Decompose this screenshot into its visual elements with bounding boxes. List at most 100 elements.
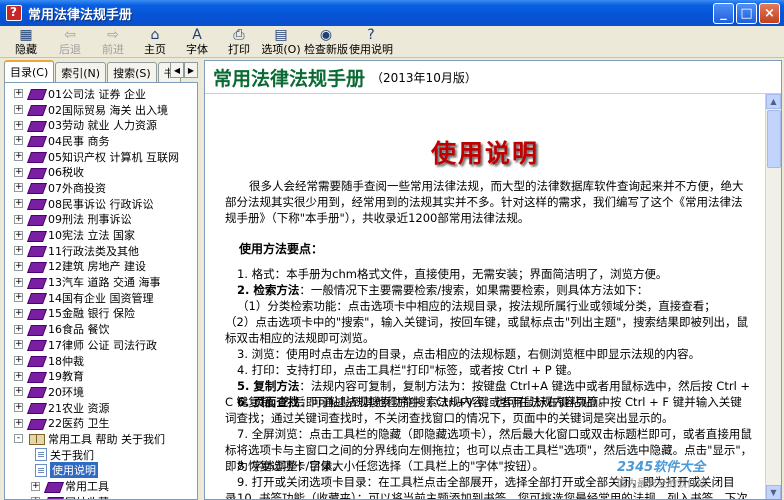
toolbar-button-hide[interactable]: ▦ 隐藏 [8,26,44,57]
tree-folder-item[interactable]: +18仲裁 [5,353,197,369]
minimize-button[interactable]: _ [713,3,734,24]
tree-child-item[interactable]: +网址收藏 [5,494,197,499]
tree-folder-item[interactable]: +03劳动 就业 人力资源 [5,117,197,133]
tab-search[interactable]: 搜索(S) [107,62,157,82]
watermark-subtitle: 国内最安全的软件站 [617,479,707,490]
print-icon: ⎙ [233,27,245,43]
expand-icon[interactable]: + [14,120,23,130]
tab-scroll-buttons: ◀ ▶ [170,62,198,78]
toolbar-button-label: 主页 [144,43,166,56]
expand-icon[interactable]: + [14,356,23,366]
tree-item-label: 20环境 [48,385,84,399]
forward-icon: ⇨ [107,27,119,43]
tree-folder-item[interactable]: +22医药 卫生 [5,415,197,431]
book-icon [28,324,45,335]
book-icon [28,386,45,397]
tree-folder-item[interactable]: +13汽车 道路 交通 海事 [5,274,197,290]
scroll-thumb[interactable] [767,110,781,168]
item-2-text: ：一般情况下主要需要检索/搜索，如果需要检索，则具体方法如下： [299,283,649,297]
expand-icon[interactable]: + [14,308,23,318]
contents-tree: +01公司法 证券 企业 +02国际贸易 海关 出入境 +03劳动 就业 人力资源 +… [4,82,198,500]
vertical-scrollbar[interactable]: ▲ ▼ [765,94,781,499]
expand-icon[interactable]: + [14,261,23,271]
toolbar-button-check-update[interactable]: ◉ 检查新版 [304,26,348,57]
tree-folder-item[interactable]: +21农业 资源 [5,400,197,416]
tab-scroll-right-icon[interactable]: ▶ [184,62,198,78]
content-header: 常用法律法规手册 （2013年10月版） [205,61,781,94]
tree-folder-item[interactable]: +10宪法 立法 国家 [5,227,197,243]
content-pane: 常用法律法规手册 （2013年10月版） 使用说明 很多人会经常需要随手查阅一些… [204,60,782,500]
tree-folder-item[interactable]: +09刑法 刑事诉讼 [5,212,197,228]
tree-item-label: 11行政法类及其他 [48,244,139,258]
toolbar-button-manual[interactable]: ? 使用说明 [349,26,393,57]
tab-scroll-left-icon[interactable]: ◀ [170,62,184,78]
content-body[interactable]: 使用说明 很多人会经常需要随手查阅一些常用法律法规，而大型的法律数据库软件查询起… [205,94,781,499]
expand-icon[interactable]: + [14,277,23,287]
expand-icon[interactable]: + [14,340,23,350]
page-icon [35,448,47,462]
toolbar-button-home[interactable]: ⌂ 主页 [138,26,172,57]
tree-folder-item[interactable]: +16食品 餐饮 [5,321,197,337]
book-icon [45,496,62,499]
expand-icon[interactable]: + [14,387,23,397]
collapse-icon[interactable]: - [14,434,23,444]
tree-folder-item[interactable]: - 常用工具 帮助 关于我们 [5,431,197,447]
scroll-up-icon[interactable]: ▲ [766,94,781,109]
tree-item-label: 06税收 [48,166,84,180]
tab-index[interactable]: 索引(N) [55,62,107,82]
expand-icon[interactable]: + [14,214,23,224]
expand-icon[interactable]: + [14,246,23,256]
manual-icon: ? [367,27,375,43]
toolbar-button-print[interactable]: ⎙ 打印 [222,26,256,57]
toolbar-button-options[interactable]: ▤ 选项(O) [261,26,300,57]
tree-folder-item[interactable]: +11行政法类及其他 [5,243,197,259]
maximize-button[interactable]: □ [736,3,757,24]
close-button[interactable]: × [759,3,780,24]
tree-folder-item[interactable]: +17律师 公证 司法行政 [5,337,197,353]
tree-folder-item[interactable]: +19教育 [5,368,197,384]
toolbar-button-font[interactable]: A 字体 [180,26,214,57]
expand-icon[interactable]: + [14,199,23,209]
options-icon: ▤ [274,27,288,43]
item-2b: （2）点击选项卡中的"搜索"，输入关键词，按回车键，或鼠标点击"列出主题"，搜索… [225,315,748,345]
tree-folder-item[interactable]: +08民事诉讼 行政诉讼 [5,196,197,212]
toolbar-button-back[interactable]: ⇦ 后退 [52,26,88,57]
expand-icon[interactable]: + [14,183,23,193]
tree-folder-item[interactable]: +05知识产权 计算机 互联网 [5,149,197,165]
expand-icon[interactable]: + [14,89,23,99]
expand-icon[interactable]: + [31,481,40,491]
expand-icon[interactable]: + [14,403,23,413]
page-icon [35,463,47,477]
tree-folder-item[interactable]: +01公司法 证券 企业 [5,86,197,102]
tree-folder-item[interactable]: +15金融 银行 保险 [5,306,197,322]
tree-folder-item[interactable]: +07外商投资 [5,180,197,196]
expand-icon[interactable]: + [14,105,23,115]
expand-icon[interactable]: + [14,136,23,146]
expand-icon[interactable]: + [14,418,23,428]
tree-folder-item[interactable]: +20环境 [5,384,197,400]
tree-folder-item[interactable]: +04民事 商务 [5,133,197,149]
book-icon [28,292,45,303]
toolbar-button-label: 使用说明 [349,43,393,56]
tree-child-item[interactable]: + 常用工具 [5,478,197,494]
item-4: 4. 打印：支持打印，点击工具栏"打印"标签，或者按 Ctrl + P 键。 [237,363,579,377]
expand-icon[interactable]: + [14,167,23,177]
tree-folder-item[interactable]: +06税收 [5,164,197,180]
scroll-down-icon[interactable]: ▼ [766,485,781,499]
expand-icon[interactable]: + [14,324,23,334]
tree-folder-item[interactable]: +14国有企业 国资管理 [5,290,197,306]
tree-child-item[interactable]: 使用说明 [5,462,197,479]
expand-icon[interactable]: + [14,230,23,240]
tree-folder-item[interactable]: +02国际贸易 海关 出入境 [5,102,197,118]
check-update-icon: ◉ [319,27,333,43]
toolbar-button-forward[interactable]: ⇨ 前进 [95,26,131,57]
tab-contents[interactable]: 目录(C) [4,60,55,82]
expand-icon[interactable]: + [14,152,23,162]
tree-folder-item[interactable]: +12建筑 房地产 建设 [5,259,197,275]
expand-icon[interactable]: + [14,371,23,381]
title-bar[interactable]: 常用法律法规手册 _ □ × [0,0,784,26]
book-icon [28,308,45,319]
open-book-icon [28,433,45,446]
expand-icon[interactable]: + [14,293,23,303]
tree-child-item[interactable]: 关于我们 [5,447,197,463]
